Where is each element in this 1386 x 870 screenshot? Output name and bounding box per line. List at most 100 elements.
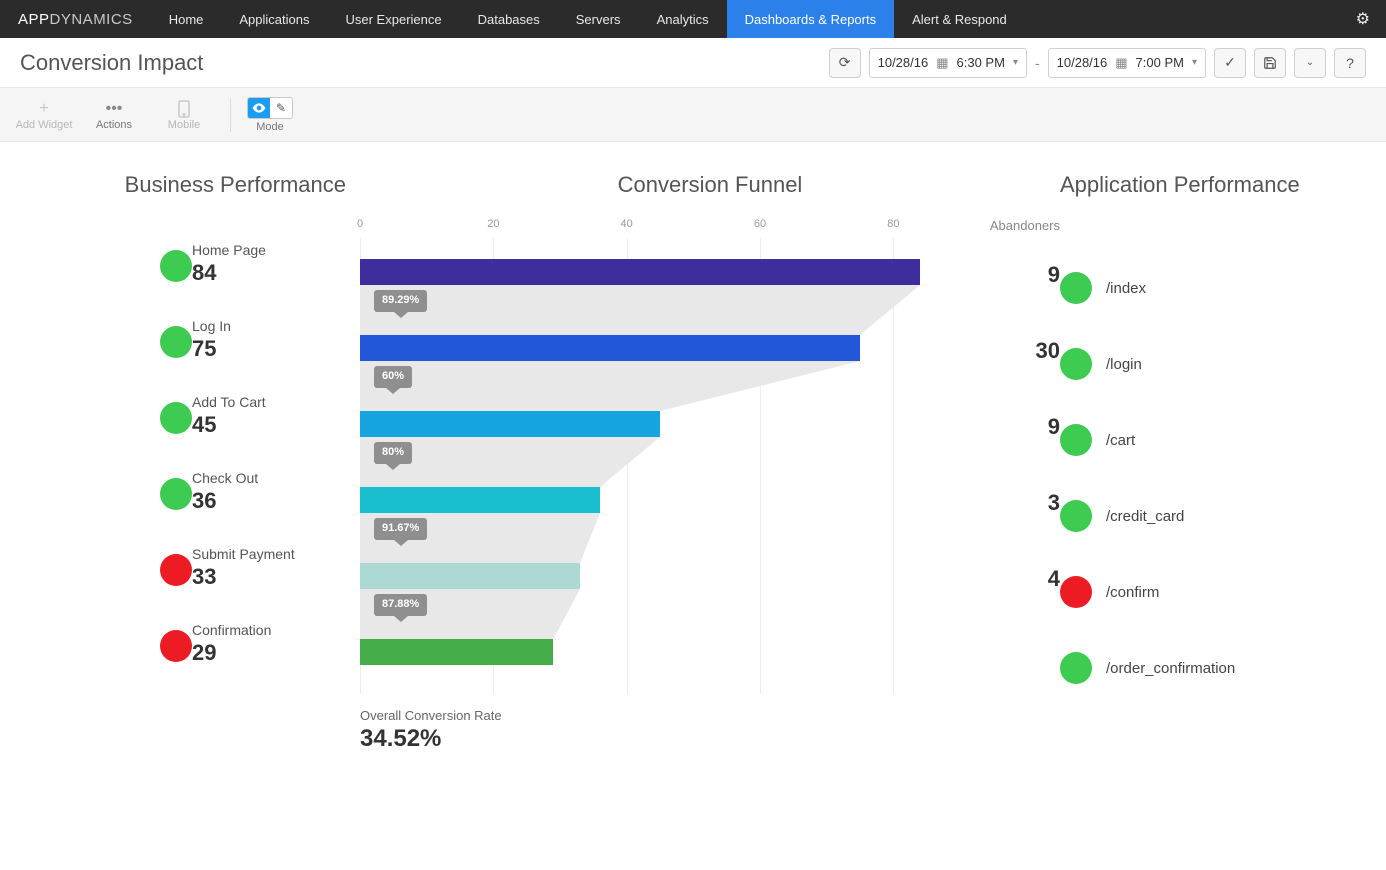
top-nav: APPDYNAMICS HomeApplicationsUser Experie…: [0, 0, 1386, 38]
status-dot[interactable]: [1060, 424, 1092, 456]
overall-conversion: Overall Conversion Rate 34.52%: [360, 708, 920, 753]
dropoff-badge: 89.29%: [374, 290, 427, 312]
bp-step-label: Home Page: [192, 242, 322, 258]
bp-step-value: 33: [192, 564, 322, 590]
date-from-time: 6:30 PM: [957, 55, 1005, 70]
status-dot[interactable]: [1060, 348, 1092, 380]
confirm-button[interactable]: ✓: [1214, 48, 1246, 78]
bp-step-label: Check Out: [192, 470, 322, 486]
business-perf-row: Confirmation 29: [60, 618, 360, 694]
axis-tick: 40: [621, 218, 633, 230]
status-dot[interactable]: [160, 402, 192, 434]
abandoners-header: Abandoners: [930, 218, 1060, 240]
funnel-axis: 020406080: [360, 218, 920, 238]
add-widget-label: Add Widget: [16, 119, 73, 131]
date-to-date: 10/28/16: [1057, 55, 1108, 70]
funnel-bar[interactable]: [360, 563, 580, 589]
conversion-funnel-column: Conversion Funnel 020406080 89.29%60%80%…: [360, 172, 1060, 753]
abandoner-value: 9: [1048, 262, 1060, 288]
calendar-icon: ▦: [1115, 55, 1127, 71]
more-dropdown[interactable]: ⌄: [1294, 48, 1326, 78]
sub-header: Conversion Impact ⟳ 10/28/16 ▦ 6:30 PM ▾…: [0, 38, 1386, 88]
app-path[interactable]: /cart: [1106, 432, 1135, 449]
settings-gear-icon[interactable]: ⚙: [1340, 9, 1386, 29]
abandoner-row: 9: [930, 240, 1060, 316]
axis-tick: 0: [357, 218, 363, 230]
nav-applications[interactable]: Applications: [221, 0, 327, 38]
app-path[interactable]: /confirm: [1106, 584, 1159, 601]
status-dot[interactable]: [160, 250, 192, 282]
funnel-bar[interactable]: [360, 259, 920, 285]
business-perf-row: Log In 75: [60, 314, 360, 390]
abandoner-value: 3: [1048, 490, 1060, 516]
save-button[interactable]: [1254, 48, 1286, 78]
status-dot[interactable]: [1060, 272, 1092, 304]
app-path[interactable]: /index: [1106, 280, 1146, 297]
status-dot[interactable]: [1060, 576, 1092, 608]
nav-dashboards-reports[interactable]: Dashboards & Reports: [727, 0, 895, 38]
abandoner-row: [930, 620, 1060, 696]
nav-home[interactable]: Home: [151, 0, 222, 38]
calendar-icon: ▦: [936, 55, 948, 71]
bp-step-label: Confirmation: [192, 622, 322, 638]
status-dot[interactable]: [1060, 652, 1092, 684]
add-widget-button: + Add Widget: [14, 91, 74, 139]
bp-step-label: Log In: [192, 318, 322, 334]
bp-step-label: Add To Cart: [192, 394, 322, 410]
mobile-icon: [178, 99, 190, 119]
app-path[interactable]: /order_confirmation: [1106, 660, 1235, 677]
status-dot[interactable]: [160, 478, 192, 510]
nav-analytics[interactable]: Analytics: [639, 0, 727, 38]
abandoner-row: 4: [930, 544, 1060, 620]
date-to-time: 7:00 PM: [1136, 55, 1184, 70]
abandoner-row: 30: [930, 316, 1060, 392]
actions-button[interactable]: ••• Actions: [84, 91, 144, 139]
conversion-funnel-title: Conversion Funnel: [360, 172, 1060, 198]
funnel-bar[interactable]: [360, 639, 553, 665]
app-path[interactable]: /login: [1106, 356, 1142, 373]
nav-user-experience[interactable]: User Experience: [328, 0, 460, 38]
overall-label: Overall Conversion Rate: [360, 708, 920, 723]
abandoner-value: 4: [1048, 566, 1060, 592]
funnel-bar[interactable]: [360, 411, 660, 437]
dropoff-badge: 91.67%: [374, 518, 427, 540]
app-perf-row: /confirm: [1060, 554, 1320, 630]
app-path[interactable]: /credit_card: [1106, 508, 1184, 525]
page-title: Conversion Impact: [20, 50, 203, 76]
bp-step-value: 45: [192, 412, 322, 438]
status-dot[interactable]: [1060, 500, 1092, 532]
nav-alert-respond[interactable]: Alert & Respond: [894, 0, 1025, 38]
dropoff-badge: 60%: [374, 366, 412, 388]
actions-label: Actions: [96, 119, 132, 131]
chevron-down-icon: ▾: [1013, 57, 1018, 68]
nav-databases[interactable]: Databases: [460, 0, 558, 38]
status-dot[interactable]: [160, 630, 192, 662]
mode-edit-icon[interactable]: ✎: [270, 98, 292, 118]
status-dot[interactable]: [160, 326, 192, 358]
app-perf-row: /login: [1060, 326, 1320, 402]
brand-logo: APPDYNAMICS: [0, 11, 151, 28]
funnel-bar[interactable]: [360, 335, 860, 361]
funnel-bar[interactable]: [360, 487, 600, 513]
mode-toggle[interactable]: ✎ Mode: [247, 97, 293, 133]
mode-view-icon[interactable]: [248, 98, 270, 118]
bp-step-value: 36: [192, 488, 322, 514]
nav-servers[interactable]: Servers: [558, 0, 639, 38]
date-to-picker[interactable]: 10/28/16 ▦ 7:00 PM ▾: [1048, 48, 1206, 78]
refresh-button[interactable]: ⟳: [829, 48, 861, 78]
dropoff-badge: 80%: [374, 442, 412, 464]
application-performance-column: Application Performance /index/login/car…: [1060, 172, 1320, 753]
overall-value: 34.52%: [360, 725, 920, 753]
app-perf-row: /index: [1060, 250, 1320, 326]
content-area: Business Performance Home Page 84 Log In…: [0, 142, 1386, 813]
status-dot[interactable]: [160, 554, 192, 586]
bp-step-label: Submit Payment: [192, 546, 322, 562]
help-button[interactable]: ?: [1334, 48, 1366, 78]
abandoner-value: 30: [1036, 338, 1060, 364]
business-performance-title: Business Performance: [60, 172, 360, 198]
abandoner-row: 3: [930, 468, 1060, 544]
business-perf-row: Add To Cart 45: [60, 390, 360, 466]
mode-label: Mode: [256, 121, 284, 133]
dashboard-toolbar: + Add Widget ••• Actions Mobile ✎ Mode: [0, 88, 1386, 142]
date-from-picker[interactable]: 10/28/16 ▦ 6:30 PM ▾: [869, 48, 1027, 78]
